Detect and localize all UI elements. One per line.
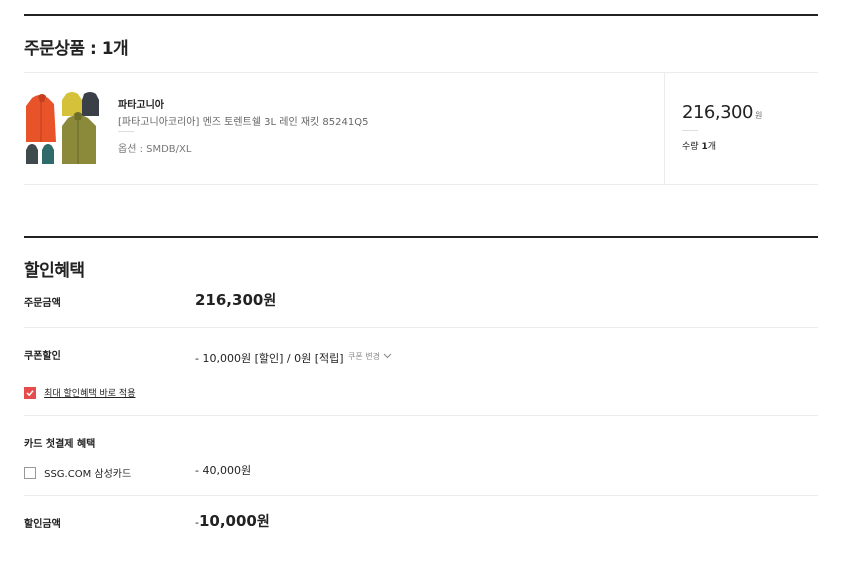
- quantity-label: 수량: [682, 142, 699, 152]
- coupon-change-button[interactable]: 쿠폰 변경: [348, 351, 392, 362]
- product-option: 옵션 : SMDB/XL: [118, 144, 192, 155]
- order-bottom-divider: [24, 184, 818, 185]
- max-benefit-option[interactable]: 최대 할인혜택 바로 적용: [24, 382, 135, 401]
- product-separator: [118, 131, 134, 132]
- product-price-value: 216,300: [682, 102, 753, 123]
- order-amount-value: 216,300: [195, 291, 264, 309]
- product-price-unit: 원: [754, 111, 763, 120]
- quantity-unit: 개: [707, 142, 716, 152]
- product-thumbnail[interactable]: [24, 90, 100, 166]
- product-price: 216,300 원: [682, 102, 762, 123]
- discount-total: -10,000원: [195, 511, 270, 531]
- discount-divider-3: [24, 495, 818, 496]
- order-amount-label: 주문금액: [24, 298, 61, 309]
- discount-divider-1: [24, 327, 818, 328]
- price-column-divider: [664, 72, 665, 184]
- card-benefit-label: 카드 첫결제 혜택: [24, 439, 96, 450]
- card-option-label[interactable]: SSG.COM 삼성카드: [44, 469, 131, 480]
- discount-total-unit: 원: [256, 514, 270, 530]
- jacket-image: [24, 90, 100, 166]
- discount-divider-2: [24, 415, 818, 416]
- product-name-link[interactable]: [파타고니아코리아] 멘즈 토렌트쉘 3L 레인 재킷 85241Q5: [118, 113, 368, 128]
- order-amount: 216,300원: [195, 290, 276, 310]
- discount-total-label: 할인금액: [24, 519, 61, 530]
- order-section-top-rule: [24, 14, 818, 16]
- discount-section-top-rule: [24, 236, 818, 238]
- max-benefit-label[interactable]: 최대 할인혜택 바로 적용: [44, 389, 135, 399]
- order-section-title: 주문상품 : 1개: [24, 39, 129, 59]
- chevron-down-icon: [383, 352, 392, 361]
- card-checkbox[interactable]: [24, 466, 36, 479]
- checkmark-icon: [26, 389, 34, 396]
- discount-total-value: 10,000: [198, 512, 257, 530]
- discount-section-title: 할인혜택: [24, 261, 85, 281]
- coupon-value: - 10,000원 [할인] / 0원 [적립]: [195, 352, 344, 365]
- coupon-label: 쿠폰할인: [24, 351, 61, 362]
- max-benefit-checkbox[interactable]: [24, 386, 36, 399]
- card-benefit-value: - 40,000원: [195, 464, 252, 477]
- product-quantity: 수량 1개: [682, 139, 716, 152]
- card-option[interactable]: SSG.COM 삼성카드: [24, 462, 131, 481]
- order-amount-unit: 원: [263, 293, 277, 309]
- price-separator: [682, 130, 698, 131]
- coupon-change-label: 쿠폰 변경: [348, 352, 380, 361]
- product-brand: 파타고니아: [118, 100, 164, 111]
- order-divider: [24, 72, 818, 73]
